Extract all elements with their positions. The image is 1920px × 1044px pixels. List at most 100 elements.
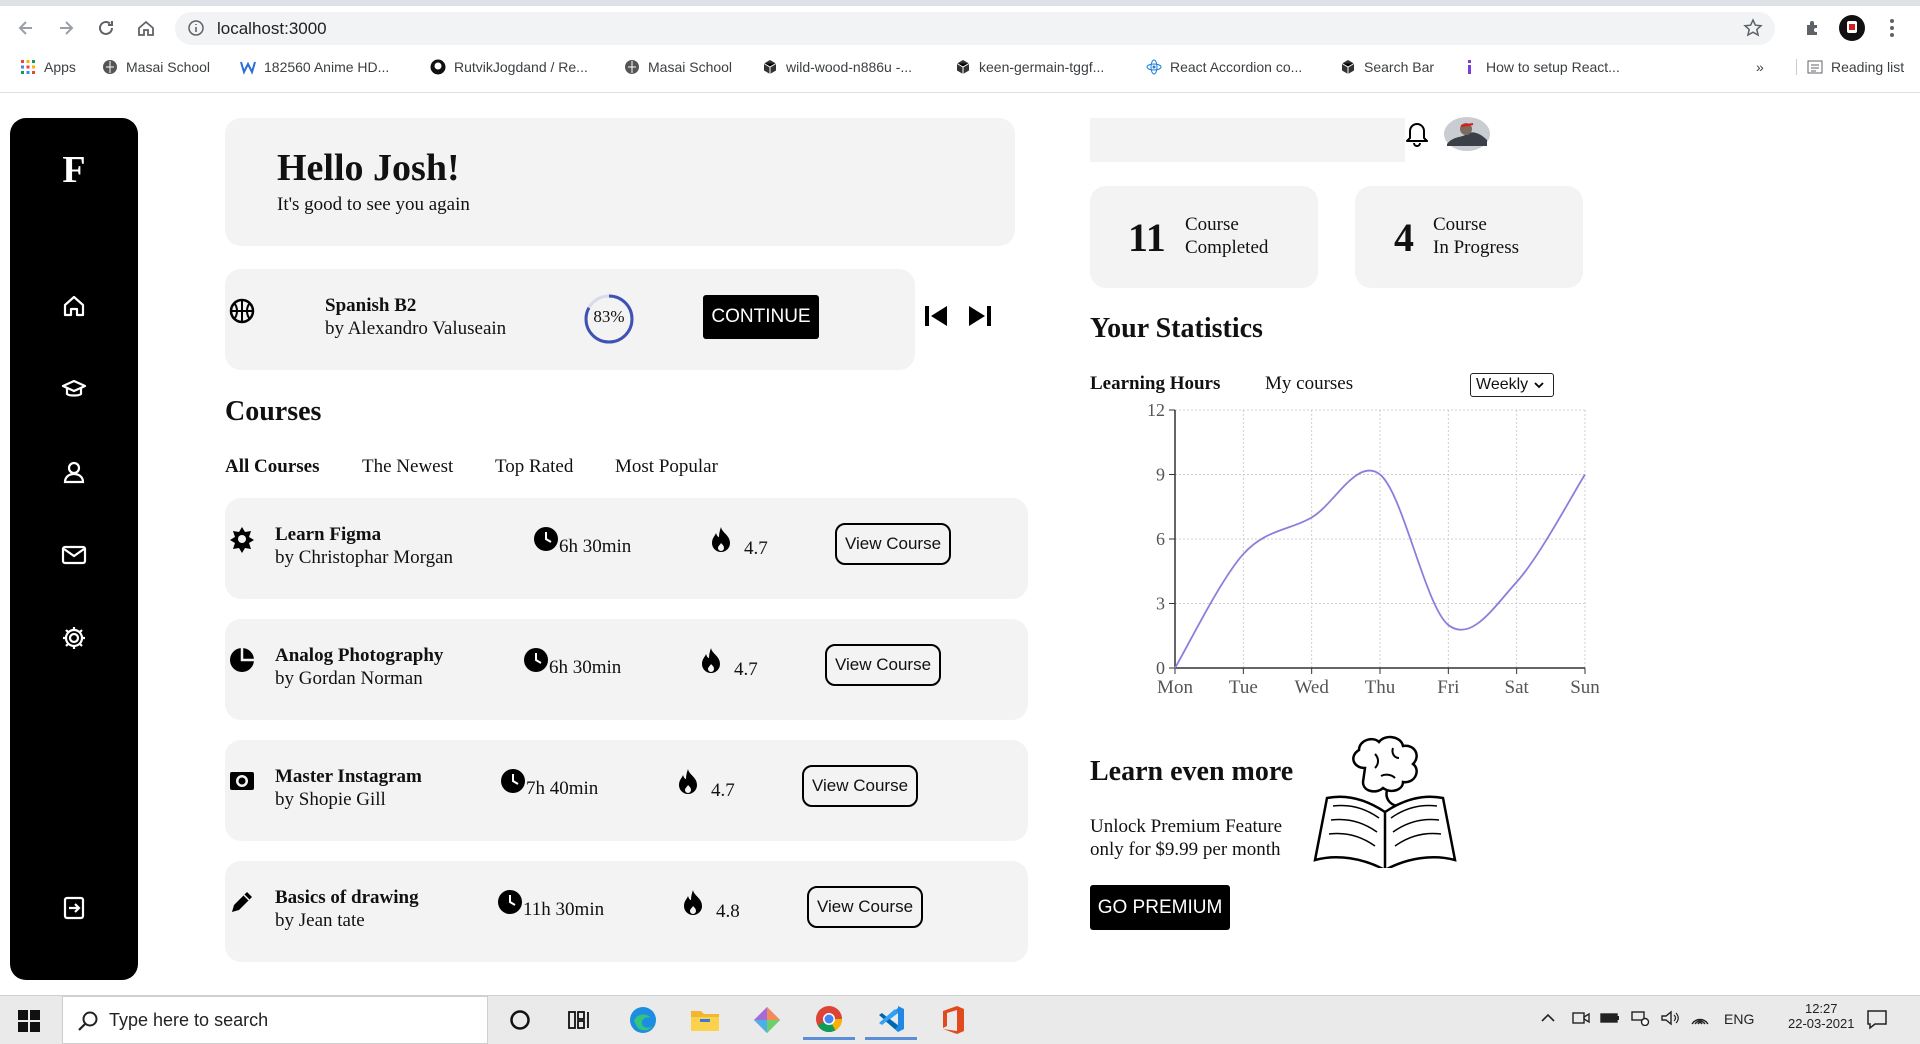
premium-line1: Unlock Premium Feature: [1090, 816, 1282, 838]
bookmark-label: Apps: [44, 59, 76, 75]
mail-icon[interactable]: [60, 541, 88, 569]
volume-icon[interactable]: [1660, 1010, 1680, 1029]
settings-icon[interactable]: [60, 624, 88, 652]
network-icon[interactable]: [1630, 1010, 1650, 1029]
bookmark-react-accordion[interactable]: React Accordion co...: [1146, 59, 1302, 75]
view-course-button[interactable]: View Course: [807, 886, 923, 928]
address-bar[interactable]: localhost:3000: [175, 12, 1775, 45]
bookmarks-overflow-button[interactable]: »: [1756, 59, 1764, 75]
x-tick-label: Sun: [1570, 677, 1600, 698]
go-premium-button[interactable]: GO PREMIUM: [1090, 885, 1230, 930]
clock[interactable]: 12:27 22-03-2021: [1788, 1001, 1855, 1031]
tab-most-popular[interactable]: Most Popular: [615, 456, 718, 478]
office-icon[interactable]: [927, 1000, 979, 1040]
extensions-puzzle-icon[interactable]: [1799, 14, 1827, 42]
search-placeholder: Type here to search: [109, 1010, 268, 1031]
bookmark-star-icon[interactable]: [1743, 18, 1763, 43]
battery-icon[interactable]: [1600, 1010, 1620, 1029]
bookmark-masai-school[interactable]: Masai School: [102, 59, 210, 75]
current-course-card: Spanish B2 by Alexandro Valuseain 83% CO…: [225, 269, 915, 370]
bookmark-github[interactable]: RutvikJogdand / Re...: [430, 59, 588, 75]
bookmark-setup-react[interactable]: How to setup React...: [1462, 59, 1620, 75]
vscode-icon[interactable]: [865, 1000, 917, 1040]
tab-newest[interactable]: The Newest: [362, 456, 453, 478]
logout-icon[interactable]: [60, 894, 88, 922]
reading-list-button[interactable]: Reading list: [1796, 59, 1904, 75]
course-card: Basics of drawing by Jean tate 11h 30min…: [225, 861, 1028, 962]
tab-my-courses[interactable]: My courses: [1265, 373, 1353, 395]
back-button[interactable]: [12, 14, 40, 42]
tab-all-courses[interactable]: All Courses: [225, 456, 319, 478]
graduation-cap-icon[interactable]: [60, 375, 88, 403]
tab-learning-hours[interactable]: Learning Hours: [1090, 373, 1220, 395]
learning-hours-chart: 036912MonTueWedThuFriSatSun: [1130, 400, 1600, 700]
in-progress-count: 4: [1394, 214, 1414, 261]
bookmark-search-bar[interactable]: Search Bar: [1340, 59, 1434, 75]
in-progress-card: 4 Course In Progress: [1355, 186, 1583, 288]
course-author: by Shopie Gill: [275, 789, 386, 811]
task-view-icon[interactable]: [554, 1000, 606, 1040]
course-author: by Jean tate: [275, 910, 365, 932]
bookmark-keen-germain[interactable]: keen-germain-tggf...: [955, 59, 1104, 75]
skip-next-icon[interactable]: [966, 303, 994, 334]
course-card: Learn Figma by Christophar Morgan 6h 30m…: [225, 498, 1028, 599]
course-title: Learn Figma: [275, 524, 381, 546]
bookmark-wild-wood[interactable]: wild-wood-n886u -...: [762, 59, 912, 75]
x-tick-label: Mon: [1157, 677, 1193, 698]
duration-text: 11h 30min: [523, 899, 604, 921]
bookmark-label: wild-wood-n886u -...: [786, 59, 912, 75]
bookmark-masai-school-2[interactable]: Masai School: [624, 59, 732, 75]
current-course-title: Spanish B2: [325, 295, 416, 317]
duration-text: 6h 30min: [559, 536, 631, 558]
file-explorer-icon[interactable]: [679, 1000, 731, 1040]
course-rating: 4.8: [682, 889, 740, 923]
taskbar-search[interactable]: Type here to search: [62, 996, 488, 1044]
period-select[interactable]: Weekly: [1470, 373, 1554, 397]
profile-avatar[interactable]: [1838, 14, 1866, 42]
x-tick-label: Wed: [1294, 677, 1329, 698]
user-avatar[interactable]: [1443, 116, 1491, 152]
completed-label: Course Completed: [1185, 213, 1268, 259]
course-duration: 6h 30min: [523, 647, 621, 679]
skip-previous-icon[interactable]: [922, 303, 950, 334]
greeting-subtitle: It's good to see you again: [277, 194, 470, 216]
in-progress-line1: Course: [1433, 213, 1519, 236]
language-indicator[interactable]: ENG: [1724, 1011, 1754, 1027]
courses-heading: Courses: [225, 396, 321, 428]
forward-button[interactable]: [52, 14, 80, 42]
home-button[interactable]: [132, 14, 160, 42]
user-icon[interactable]: [60, 458, 88, 486]
url-text[interactable]: localhost:3000: [217, 19, 327, 39]
home-icon[interactable]: [60, 292, 88, 320]
bookmark-label: How to setup React...: [1486, 59, 1620, 75]
chrome-icon[interactable]: [803, 1000, 855, 1040]
git-app-icon[interactable]: [741, 1000, 793, 1040]
info-icon[interactable]: [187, 19, 205, 42]
meet-now-icon[interactable]: [1572, 1010, 1590, 1029]
reload-button[interactable]: [92, 14, 120, 42]
bookmark-anime[interactable]: 182560 Anime HD...: [240, 59, 389, 75]
view-course-button[interactable]: View Course: [825, 644, 941, 686]
duration-text: 6h 30min: [549, 657, 621, 679]
globe-icon: [102, 59, 118, 75]
view-course-button[interactable]: View Course: [835, 523, 951, 565]
bell-icon[interactable]: [1402, 118, 1432, 153]
reading-list-icon: [1807, 59, 1823, 75]
statistics-heading: Your Statistics: [1090, 313, 1263, 345]
github-icon: [430, 59, 446, 75]
windows-start-icon[interactable]: [18, 1010, 40, 1037]
tab-top-rated[interactable]: Top Rated: [495, 456, 573, 478]
notifications-icon[interactable]: [1866, 1008, 1888, 1033]
tray-chevron-up-icon[interactable]: [1540, 1010, 1556, 1029]
bookmark-apps[interactable]: Apps: [20, 59, 76, 75]
continue-button[interactable]: CONTINUE: [703, 295, 819, 339]
x-tick-label: Sat: [1505, 677, 1530, 698]
cortana-icon[interactable]: [494, 1000, 546, 1040]
search-box[interactable]: [1090, 118, 1405, 162]
view-course-button[interactable]: View Course: [802, 765, 918, 807]
wifi-icon[interactable]: [1690, 1010, 1710, 1029]
fire-icon: [677, 768, 699, 802]
app-logo: F: [10, 148, 138, 192]
browser-menu-icon[interactable]: [1878, 14, 1906, 42]
edge-icon[interactable]: [617, 1000, 669, 1040]
